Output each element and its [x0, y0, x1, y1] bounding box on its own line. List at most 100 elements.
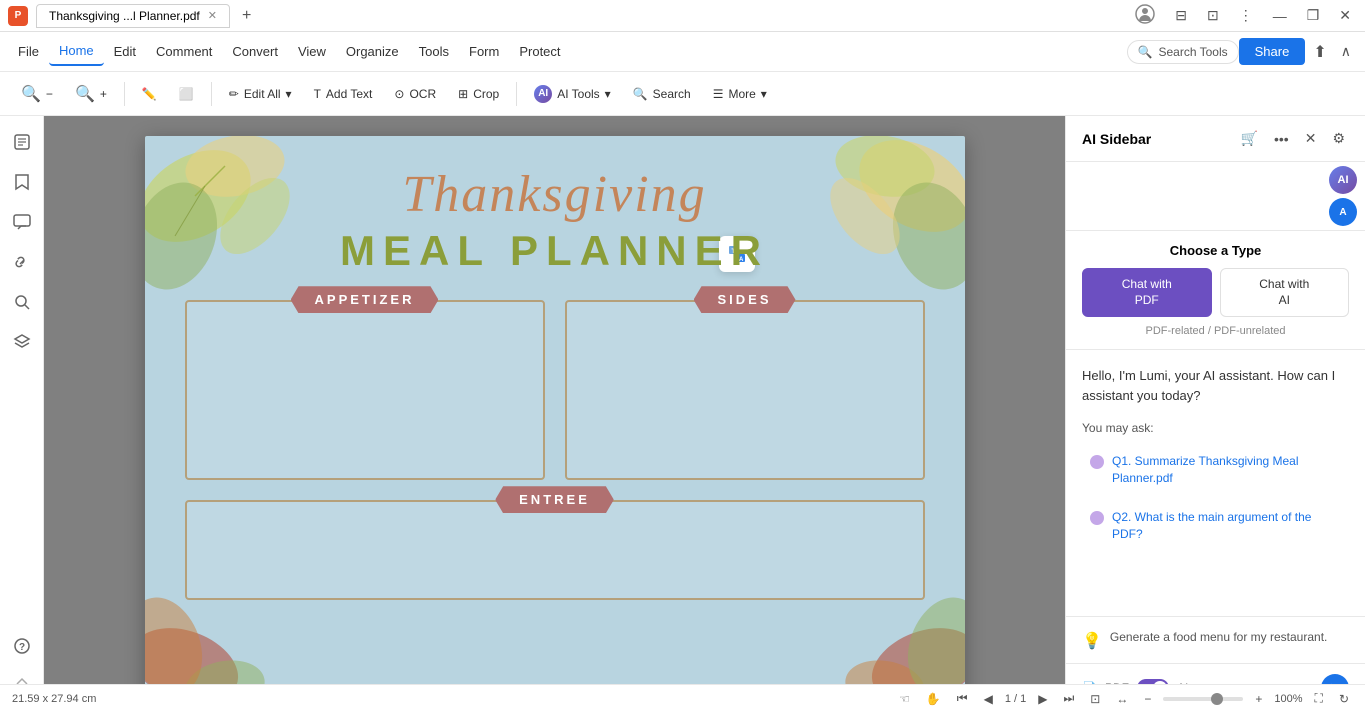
share-button[interactable]: Share	[1239, 38, 1306, 65]
window-controls: ⊟ ⊡ ⋮ — ❐ ✕	[1129, 2, 1357, 29]
main-area: ?	[0, 116, 1365, 712]
profile-icon[interactable]	[1129, 2, 1161, 29]
tab-title: Thanksgiving ...l Planner.pdf	[49, 9, 200, 23]
ai-icon: AI	[534, 85, 552, 103]
restore-btn[interactable]: ❐	[1301, 5, 1326, 26]
next-page-btn[interactable]: ▶	[1034, 690, 1051, 708]
ai-avatar-2[interactable]: A	[1329, 198, 1357, 226]
ai-close-btn[interactable]: ✕	[1301, 128, 1321, 149]
sidebar-item-pages[interactable]	[4, 124, 40, 160]
appetizer-banner: APPETIZER	[291, 286, 439, 313]
comment-menu[interactable]: Comment	[146, 38, 222, 65]
hand-tool-btn[interactable]: ✋	[922, 690, 945, 708]
search-icon: 🔍	[1138, 45, 1153, 59]
toolbar: 🔍 − 🔍 + ✏️ ⬜ ✏ Edit All ▾ T Add Text ⊙ O…	[0, 72, 1365, 116]
home-menu[interactable]: Home	[49, 37, 104, 66]
ai-prompt-box: 💡 Generate a food menu for my restaurant…	[1082, 629, 1349, 651]
ai-type-buttons: Chat withPDF Chat withAI	[1082, 268, 1349, 317]
upload-icon[interactable]: ⬆	[1305, 38, 1334, 66]
crop-label: Crop	[473, 87, 499, 101]
ai-settings-btn[interactable]: ⚙	[1328, 128, 1349, 149]
sidebar-item-bookmarks[interactable]	[4, 164, 40, 200]
status-bar: 21.59 x 27.94 cm ☜ ✋ ⏮ ◀ 1 / 1 ▶ ⏭ ⊡ ↔ −…	[0, 684, 1365, 712]
ai-type-subtitle: PDF-related / PDF-unrelated	[1082, 325, 1349, 337]
shape-icon: ⬜	[179, 87, 194, 101]
crop-icon: ⊞	[458, 87, 468, 101]
sidebar-item-comments[interactable]	[4, 204, 40, 240]
minimize-win-btn[interactable]: ⊟	[1169, 5, 1193, 26]
sides-section: SIDES	[565, 300, 925, 480]
new-tab-btn[interactable]: +	[234, 3, 259, 29]
chat-with-ai-btn[interactable]: Chat withAI	[1220, 268, 1350, 317]
left-sidebar: ?	[0, 116, 44, 712]
zoom-slider[interactable]	[1163, 697, 1243, 701]
ai-dropdown-icon: ▾	[605, 87, 611, 101]
edit-menu[interactable]: Edit	[104, 38, 146, 65]
ai-more-icon[interactable]: •••	[1270, 129, 1293, 149]
sidebar-item-layers[interactable]	[4, 324, 40, 360]
menu-win-btn[interactable]: ⋮	[1233, 5, 1259, 26]
sidebar-item-help[interactable]: ?	[4, 628, 40, 664]
convert-menu[interactable]: Convert	[222, 38, 288, 65]
document-tab[interactable]: Thanksgiving ...l Planner.pdf ✕	[36, 4, 230, 28]
search-tools-label: Search Tools	[1158, 45, 1227, 59]
ocr-btn[interactable]: ⊙ OCR	[385, 82, 445, 106]
tab-close-btn[interactable]: ✕	[208, 9, 217, 22]
fit-page-btn[interactable]: ⊡	[1086, 690, 1104, 708]
pdf-area: Thanksgiving MEAL PLANNER APPETIZER SIDE…	[44, 116, 1065, 712]
ai-cart-icon[interactable]: 🛒	[1237, 128, 1262, 149]
app-icon: P	[8, 6, 28, 26]
ai-bullet-1	[1090, 455, 1104, 469]
add-text-label: Add Text	[326, 87, 372, 101]
rotate-btn[interactable]: ↻	[1335, 690, 1353, 708]
close-btn[interactable]: ✕	[1333, 5, 1357, 26]
zoom-out-status-btn[interactable]: −	[1140, 690, 1155, 708]
pdf-title-area: Thanksgiving MEAL PLANNER	[145, 136, 965, 290]
ai-avatar-1[interactable]: AI	[1329, 166, 1357, 194]
title-bar: P Thanksgiving ...l Planner.pdf ✕ + ⊟ ⊡ …	[0, 0, 1365, 32]
tools-menu[interactable]: Tools	[409, 38, 459, 65]
ai-tools-btn[interactable]: AI AI Tools ▾	[525, 80, 620, 108]
ai-suggestion-2[interactable]: Q2. What is the main argument of the PDF…	[1082, 501, 1349, 551]
zoom-in-status-btn[interactable]: +	[1251, 690, 1266, 708]
ai-tools-label: AI Tools	[557, 87, 599, 101]
ai-suggestions-title: You may ask:	[1082, 421, 1349, 435]
zoom-in-btn[interactable]: 🔍 +	[66, 79, 116, 109]
fullscreen-btn[interactable]: ⛶	[1311, 689, 1327, 708]
entree-section: ENTREE	[185, 500, 925, 600]
highlight-btn[interactable]: ✏️	[133, 82, 166, 106]
sidebar-item-links[interactable]	[4, 244, 40, 280]
sidebar-item-search[interactable]	[4, 284, 40, 320]
search-toolbar-btn[interactable]: 🔍 Search	[624, 82, 700, 106]
fit-width-btn[interactable]: ↔	[1112, 690, 1132, 708]
edit-all-btn[interactable]: ✏ Edit All ▾	[220, 82, 301, 106]
view-menu[interactable]: View	[288, 38, 336, 65]
zoom-out-icon: 🔍	[21, 84, 41, 104]
add-text-btn[interactable]: T Add Text	[305, 82, 382, 106]
menu-bar: File Home Edit Comment Convert View Orga…	[0, 32, 1365, 72]
ai-content: Hello, I'm Lumi, your AI assistant. How …	[1066, 350, 1365, 616]
file-menu[interactable]: File	[8, 38, 49, 65]
cursor-tool-btn[interactable]: ☜	[895, 690, 914, 708]
zoom-thumb	[1211, 693, 1223, 705]
prev-page-btn[interactable]: ◀	[980, 690, 997, 708]
minimize-btn[interactable]: —	[1267, 6, 1293, 26]
collapse-icon[interactable]: ∧	[1335, 41, 1357, 62]
ai-choose-type-title: Choose a Type	[1082, 243, 1349, 258]
protect-menu[interactable]: Protect	[509, 38, 570, 65]
zoom-out-btn[interactable]: 🔍 −	[12, 79, 62, 109]
chat-with-pdf-btn[interactable]: Chat withPDF	[1082, 268, 1212, 317]
first-page-btn[interactable]: ⏮	[953, 689, 972, 708]
maximize-win-btn[interactable]: ⊡	[1201, 5, 1225, 26]
edit-dropdown-icon: ▾	[286, 87, 292, 101]
organize-menu[interactable]: Organize	[336, 38, 409, 65]
ai-suggestion-1[interactable]: Q1. Summarize Thanksgiving Meal Planner.…	[1082, 445, 1349, 495]
edit-icon: ✏	[229, 87, 239, 101]
last-page-btn[interactable]: ⏭	[1059, 689, 1078, 708]
form-menu[interactable]: Form	[459, 38, 509, 65]
crop-btn[interactable]: ⊞ Crop	[449, 82, 508, 106]
shape-btn[interactable]: ⬜	[170, 82, 203, 106]
more-btn[interactable]: ☰ More ▾	[704, 82, 776, 106]
svg-text:?: ?	[19, 642, 25, 653]
search-tools-btn[interactable]: 🔍 Search Tools	[1127, 40, 1239, 64]
